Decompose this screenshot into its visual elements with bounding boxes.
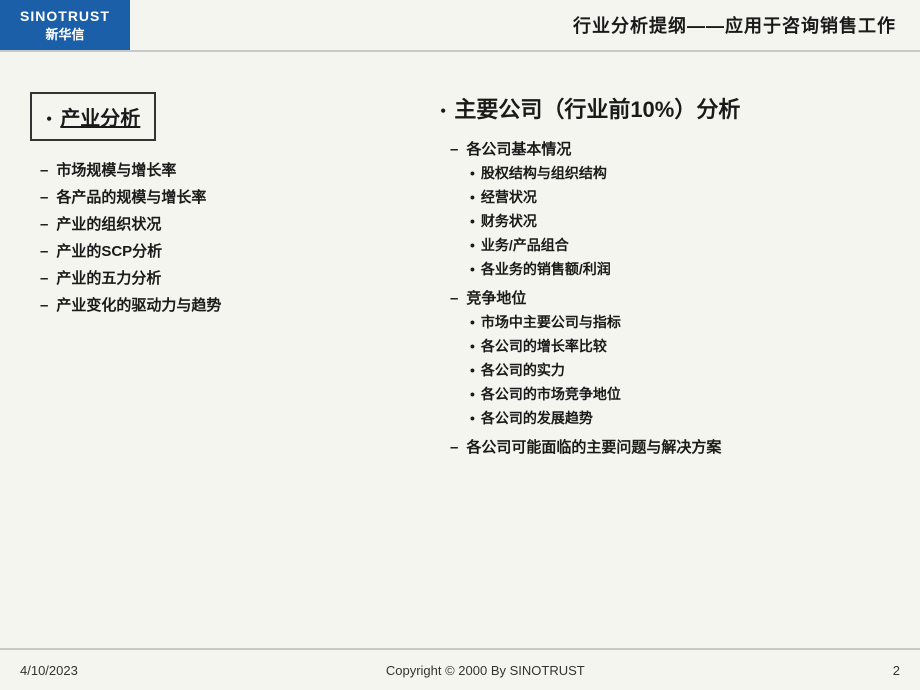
- logo-area: SINOTRUST 新华信: [0, 0, 130, 50]
- list-item: •股权结构与组织结构: [470, 163, 890, 183]
- footer-copyright: Copyright © 2000 By SINOTRUST: [386, 663, 585, 678]
- footer-page: 2: [893, 663, 900, 678]
- left-sub-list: –市场规模与增长率 –各产品的规模与增长率 –产业的组织状况 –产业的SCP分析…: [40, 159, 410, 315]
- list-item: •业务/产品组合: [470, 235, 890, 255]
- right-dash-item-1: – 竞争地位: [450, 287, 890, 308]
- right-dash-item-2: – 各公司可能面临的主要问题与解决方案: [450, 436, 890, 457]
- main-content: • 产业分析 –市场规模与增长率 –各产品的规模与增长率 –产业的组织状况 –产…: [0, 52, 920, 648]
- nested-list-1: •市场中主要公司与指标 •各公司的增长率比较 •各公司的实力 •各公司的市场竞争…: [470, 312, 890, 428]
- right-main-bullet: • 主要公司（行业前10%）分析: [440, 92, 890, 124]
- right-group-1: – 竞争地位 •市场中主要公司与指标 •各公司的增长率比较 •各公司的实力 •各…: [450, 287, 890, 428]
- footer: 4/10/2023 Copyright © 2000 By SINOTRUST …: [0, 648, 920, 690]
- list-item: •各公司的增长率比较: [470, 336, 890, 356]
- header-title-area: 行业分析提纲——应用于咨询销售工作: [130, 0, 920, 50]
- left-column: • 产业分析 –市场规模与增长率 –各产品的规模与增长率 –产业的组织状况 –产…: [30, 92, 410, 618]
- right-bullet-dot: •: [440, 102, 446, 120]
- list-item: –各产品的规模与增长率: [40, 186, 410, 207]
- nested-list-0: •股权结构与组织结构 •经营状况 •财务状况 •业务/产品组合 •各业务的销售额…: [470, 163, 890, 279]
- right-group-0: – 各公司基本情况 •股权结构与组织结构 •经营状况 •财务状况 •业务/产品组…: [450, 138, 890, 279]
- list-item: •市场中主要公司与指标: [470, 312, 890, 332]
- list-item: –产业的组织状况: [40, 213, 410, 234]
- right-sub-list: – 各公司基本情况 •股权结构与组织结构 •经营状况 •财务状况 •业务/产品组…: [450, 138, 890, 457]
- left-main-bullet: • 产业分析: [46, 102, 140, 131]
- right-dash-item-0: – 各公司基本情况: [450, 138, 890, 159]
- bullet-dot: •: [46, 110, 52, 128]
- footer-date: 4/10/2023: [20, 663, 78, 678]
- list-item: •经营状况: [470, 187, 890, 207]
- list-item: –产业的五力分析: [40, 267, 410, 288]
- list-item: •各业务的销售额/利润: [470, 259, 890, 279]
- header-title: 行业分析提纲——应用于咨询销售工作: [573, 12, 896, 38]
- logo-top: SINOTRUST: [20, 8, 110, 24]
- list-item: –市场规模与增长率: [40, 159, 410, 180]
- right-group-2: – 各公司可能面临的主要问题与解决方案: [450, 436, 890, 457]
- list-item: •财务状况: [470, 211, 890, 231]
- header: SINOTRUST 新华信 行业分析提纲——应用于咨询销售工作: [0, 0, 920, 52]
- left-main-section-box: • 产业分析: [30, 92, 156, 141]
- list-item: •各公司的实力: [470, 360, 890, 380]
- logo-bottom: 新华信: [45, 24, 84, 43]
- left-main-label: 产业分析: [60, 102, 140, 131]
- list-item: –产业变化的驱动力与趋势: [40, 294, 410, 315]
- right-main-label: 主要公司（行业前10%）分析: [454, 92, 740, 124]
- list-item: •各公司的市场竞争地位: [470, 384, 890, 404]
- list-item: •各公司的发展趋势: [470, 408, 890, 428]
- list-item: –产业的SCP分析: [40, 240, 410, 261]
- right-column: • 主要公司（行业前10%）分析 – 各公司基本情况 •股权结构与组织结构 •经…: [440, 92, 890, 618]
